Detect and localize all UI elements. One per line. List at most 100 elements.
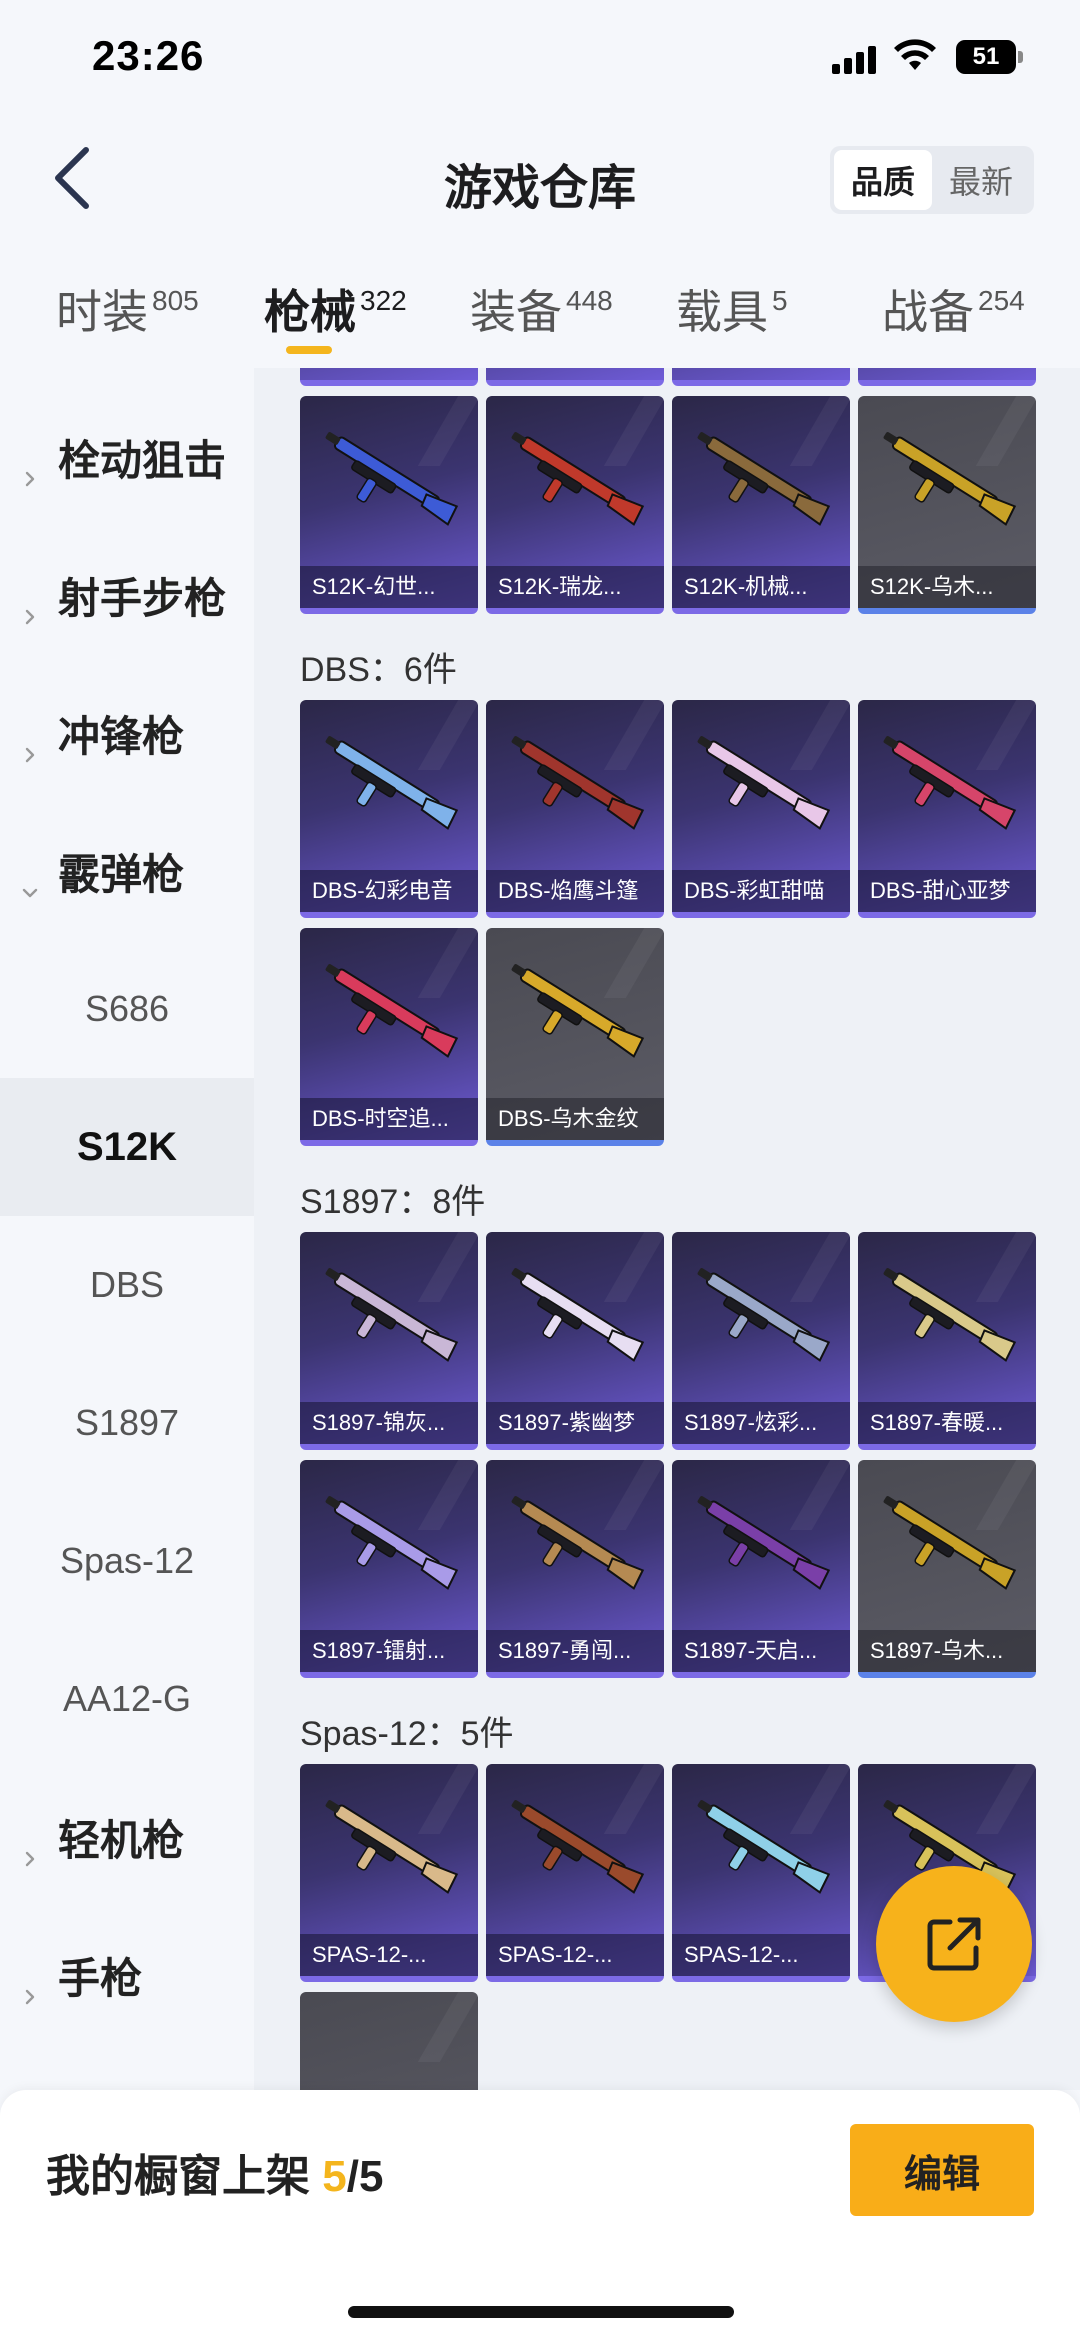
tab-label: 载具 (676, 286, 768, 338)
status-bar: 23:26 51 (0, 0, 1080, 120)
item-card[interactable]: DBS-时空追... (300, 928, 478, 1146)
shotgun-icon (325, 1800, 459, 1894)
sidebar-item[interactable]: 射手步枪 (0, 526, 254, 664)
sidebar-item-label: S12K (76, 1124, 178, 1169)
sidebar-item[interactable]: S1897 (0, 1354, 254, 1492)
sidebar-item-label: 手枪 (58, 1954, 143, 2002)
item-card-label: S1897-勇闯... (486, 1630, 664, 1672)
sidebar-item[interactable]: DBS (0, 1216, 254, 1354)
item-card[interactable]: SPAS-12-... (672, 1764, 850, 1982)
shotgun-icon (883, 1268, 1017, 1362)
item-card-label: S1897-锦灰... (300, 1402, 478, 1444)
chevron-right-icon (22, 725, 38, 763)
sidebar-item[interactable]: S12K (0, 1078, 254, 1216)
tab-fashion[interactable]: 时装 805 (56, 276, 199, 342)
item-card[interactable]: S1897-锦灰... (300, 1232, 478, 1450)
item-card-label: DBS-彩虹甜喵 (672, 870, 850, 912)
bottom-bar: 我的橱窗上架 5/5 编辑 (0, 2090, 1080, 2339)
sidebar-item-label: S686 (84, 988, 170, 1029)
active-tab-indicator (286, 346, 332, 354)
sidebar-item[interactable]: S686 (0, 940, 254, 1078)
chevron-right-icon (22, 587, 38, 625)
sidebar-item-label: 霰弹枪 (58, 850, 185, 898)
item-card-label: S12K-幻世... (300, 566, 478, 608)
item-card-label: S1897-天启... (672, 1630, 850, 1672)
item-card-label: SPAS-12-... (486, 1934, 664, 1976)
section-title: Spas-12：5件 (300, 1715, 514, 1753)
shotgun-icon (511, 1496, 645, 1590)
item-card[interactable]: S1897-春暖... (858, 1232, 1036, 1450)
sidebar-item[interactable]: 突击步枪 (0, 368, 254, 388)
chevron-right-icon (22, 1967, 38, 2005)
item-card[interactable]: DBS-乌木金纹 (486, 928, 664, 1146)
item-card[interactable]: S1897-紫幽梦 (486, 1232, 664, 1450)
item-card-label: SPAS-12-... (672, 1934, 850, 1976)
item-card-label: S1897-紫幽梦 (486, 1402, 664, 1444)
edit-button[interactable]: 编辑 (850, 2124, 1034, 2216)
tab-supplies[interactable]: 战备 254 (882, 276, 1025, 342)
item-card-label: SPAS-12-... (300, 1934, 478, 1976)
shotgun-icon (325, 1496, 459, 1590)
sidebar-item[interactable]: 霰弹枪 (0, 802, 254, 940)
sort-option-newest[interactable]: 最新 (932, 150, 1030, 210)
showcase-status: 我的橱窗上架 5/5 (46, 2140, 383, 2204)
item-card[interactable]: S12K-瑞龙... (486, 396, 664, 614)
sidebar-item-label: 栓动狙击 (58, 436, 227, 484)
item-card[interactable]: DBS-甜心亚梦 (858, 700, 1036, 918)
item-card[interactable]: S1897-乌木... (858, 1460, 1036, 1678)
sidebar-item[interactable]: 轻机枪 (0, 1768, 254, 1906)
shotgun-icon (883, 736, 1017, 830)
tab-firearms[interactable]: 枪械 322 (264, 276, 407, 342)
tab-vehicles[interactable]: 载具 5 (676, 276, 788, 342)
sidebar-item[interactable]: 栓动狙击 (0, 388, 254, 526)
item-card[interactable]: S12K-机械... (672, 396, 850, 614)
item-card[interactable]: DBS-彩虹甜喵 (672, 700, 850, 918)
item-card[interactable]: S1897-镭射... (300, 1460, 478, 1678)
share-button[interactable] (876, 1866, 1032, 2022)
item-card-label: DBS-焰鹰斗篷 (486, 870, 664, 912)
item-grid: S12K-幻世... S12K-瑞龙... S12K-机械... S12K-乌木...… (254, 368, 1080, 2090)
chevron-right-icon (22, 1829, 38, 1867)
shotgun-icon (697, 1800, 831, 1894)
item-card[interactable]: DBS-焰鹰斗篷 (486, 700, 664, 918)
category-tabs: 时装 805 枪械 322 装备 448 载具 5 战备 254 (0, 262, 1080, 368)
tab-equipment[interactable]: 装备 448 (470, 276, 613, 342)
section-title: DBS：6件 (300, 651, 457, 689)
tab-label: 战备 (882, 286, 974, 338)
item-card[interactable] (300, 1992, 478, 2090)
sidebar-item[interactable]: 冲锋枪 (0, 664, 254, 802)
item-card-clipped (672, 368, 850, 386)
sidebar-item-label: DBS (89, 1264, 165, 1305)
item-card[interactable]: S12K-幻世... (300, 396, 478, 614)
tab-count: 448 (566, 285, 613, 316)
sidebar-item-label: 冲锋枪 (58, 712, 185, 760)
sidebar-item[interactable]: Spas-12 (0, 1492, 254, 1630)
shotgun-icon (697, 1496, 831, 1590)
item-card-label: DBS-幻彩电音 (300, 870, 478, 912)
item-card[interactable]: S12K-乌木... (858, 396, 1036, 614)
item-card[interactable]: SPAS-12-... (300, 1764, 478, 1982)
showcase-current-count: 5 (322, 2152, 347, 2201)
showcase-label: 我的橱窗上架 (46, 2152, 310, 2201)
item-card-clipped (486, 368, 664, 386)
item-card[interactable]: DBS-幻彩电音 (300, 700, 478, 918)
chevron-down-icon (22, 863, 38, 898)
item-card-label: S12K-机械... (672, 566, 850, 608)
shotgun-icon (697, 432, 831, 526)
sidebar-item-label: AA12-G (62, 1678, 192, 1719)
sidebar-item[interactable]: AA12-G (0, 1630, 254, 1768)
shotgun-icon (325, 964, 459, 1058)
sidebar-item-label: S1897 (74, 1402, 180, 1443)
shotgun-icon (511, 964, 645, 1058)
sort-option-quality[interactable]: 品质 (834, 150, 932, 210)
item-card-label: DBS-甜心亚梦 (858, 870, 1036, 912)
shotgun-icon (325, 736, 459, 830)
item-card[interactable]: S1897-勇闯... (486, 1460, 664, 1678)
item-card-label: S12K-乌木... (858, 566, 1036, 608)
item-card[interactable]: S1897-炫彩... (672, 1232, 850, 1450)
item-card-label: S1897-春暖... (858, 1402, 1036, 1444)
item-card[interactable]: SPAS-12-... (486, 1764, 664, 1982)
sidebar-item[interactable]: 手枪 (0, 1906, 254, 2044)
item-card-label: DBS-乌木金纹 (486, 1098, 664, 1140)
item-card[interactable]: S1897-天启... (672, 1460, 850, 1678)
